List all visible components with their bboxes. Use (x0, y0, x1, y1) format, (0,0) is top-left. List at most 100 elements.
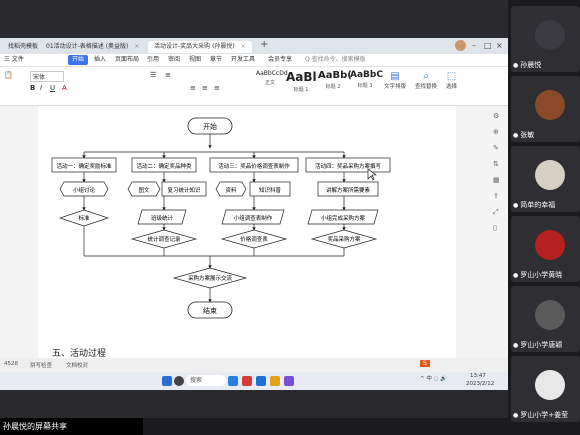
style-heading-3[interactable]: AaBbC 标题 3 (350, 70, 383, 96)
exchange-label: 采购方案展示交流 (188, 274, 233, 282)
ribbon-toolbar: 宋体 📋 B I U A ☰ ≡ ≡ ≡ ≡ AaBbCcDd 正文 AaBl 标题… (0, 67, 508, 106)
menu-file[interactable]: 三 文件 (4, 55, 24, 65)
tab-doc-2[interactable]: 活动设计-奖品大采购 (孙晨悦) × (148, 41, 252, 53)
start-icon[interactable] (162, 376, 172, 386)
align-left-icon[interactable]: ≡ (190, 84, 196, 92)
paste-icon[interactable]: 📋 (4, 71, 13, 79)
close-icon[interactable]: × (134, 43, 139, 50)
style-icon[interactable]: ✎ (493, 144, 499, 152)
maximize-icon[interactable]: □ (484, 41, 492, 50)
settings-icon[interactable]: ⚙ (493, 112, 499, 120)
new-tab-button[interactable]: + (260, 39, 268, 50)
share-icon[interactable]: ⇪ (493, 192, 499, 200)
search-icon[interactable] (174, 376, 184, 386)
app-icon-video[interactable] (228, 376, 238, 386)
select-button[interactable]: ⬚ 选择 (446, 71, 457, 90)
menu-bar: 三 文件 开始 插入 页面布局 引用 审阅 视图 章节 开发工具 会员专享 Q … (0, 54, 508, 67)
text-layout-icon: ▤ (390, 71, 400, 82)
menu-home[interactable]: 开始 (68, 55, 89, 65)
style-heading-1[interactable]: AaBl 标题 1 (286, 70, 317, 96)
app-icon-extra[interactable] (284, 376, 294, 386)
mic-icon: ● (513, 132, 519, 139)
menu-review[interactable]: 审阅 (168, 55, 180, 65)
menu-view[interactable]: 视图 (189, 55, 201, 65)
result-survey-record: 统计调查记录 (147, 235, 181, 243)
participant-tile[interactable]: ● 罗山小学唐颖 (511, 286, 580, 352)
scroll-icon[interactable]: ▯ (493, 224, 497, 232)
participant-tile[interactable]: ● 罗山小学+姜莹 (511, 356, 580, 422)
windows-taskbar: 搜索 ^ 中 ◌ 🔊 13:47 2023/2/12 (0, 372, 508, 390)
menu-chapter[interactable]: 章节 (210, 55, 222, 65)
method-explain-elements: 讲解方案所需要素 (326, 186, 371, 194)
find-replace-button[interactable]: ⌕ 查找替换 (415, 71, 437, 90)
method-materials: 资料 (225, 186, 237, 194)
close-icon[interactable]: × (241, 43, 246, 50)
select-icon: ⬚ (446, 71, 457, 82)
menu-insert[interactable]: 插入 (94, 55, 106, 65)
document-canvas[interactable]: 开始 活动一：确定奖励标准 活动二：确定奖品种类 活动三：奖品价格调查表制作 活… (0, 106, 486, 358)
menu-layout[interactable]: 页面布局 (115, 55, 139, 65)
pin-icon[interactable]: ⊕ (493, 128, 499, 136)
activity-1: 活动一：确定奖励标准 (56, 162, 112, 170)
taskbar-search[interactable]: 搜索 (186, 375, 226, 386)
expand-icon[interactable]: ⤢ (493, 208, 499, 217)
menu-member[interactable]: 会员专享 (268, 55, 292, 65)
method-science: 知识科普 (259, 186, 282, 194)
table-icon[interactable]: ▦ (493, 176, 500, 184)
participant-avatar (535, 300, 565, 330)
underline-button[interactable]: U (50, 84, 55, 92)
mic-icon: ● (513, 272, 519, 279)
close-window-icon[interactable]: × (496, 41, 503, 50)
participant-tile[interactable]: ● 简单的幸福 (511, 146, 580, 212)
doc-proof[interactable]: 文档校对 (66, 361, 88, 369)
wps-icon[interactable] (242, 376, 252, 386)
clock-date: 2023/2/12 (466, 381, 495, 387)
bullet-list-icon[interactable]: ☰ (150, 71, 156, 79)
menu-reference[interactable]: 引用 (147, 55, 159, 65)
sliders-icon[interactable]: ⇅ (493, 160, 499, 168)
bold-button[interactable]: B (30, 84, 35, 92)
avatar[interactable] (455, 40, 466, 51)
output-class-stats: 班级统计 (151, 214, 174, 222)
output-shapes: 标准 班级统计 小组调查表制作 小组完成采购方案 (58, 209, 379, 227)
participant-tile[interactable]: ● 孙晨悦 (511, 6, 580, 72)
command-search[interactable]: Q 查找命令、搜索模板 (305, 55, 366, 65)
text-layout-button[interactable]: ▤ 文字排版 (384, 71, 406, 90)
style-normal[interactable]: AaBbCcDd 正文 (256, 70, 288, 96)
spell-check[interactable]: 拼写检查 (30, 361, 52, 369)
output-standard: 标准 (78, 214, 90, 222)
method-shapes: 小组讨论 图文 复习统计知识 资料 知识科普 讲解方案所需要素 (59, 181, 379, 197)
screen-share-label: 孙晨悦的屏幕共享 (0, 418, 143, 435)
minimize-icon[interactable]: – (472, 41, 476, 50)
app-icon-meeting[interactable] (256, 376, 266, 386)
participant-avatar (535, 90, 565, 120)
participant-avatar (535, 370, 565, 400)
ime-icon[interactable]: S (420, 360, 430, 367)
style-heading-2[interactable]: AaBb(标题 2 (318, 70, 352, 96)
output-purchase-plan: 小组完成采购方案 (321, 214, 366, 222)
participant-tile[interactable]: ● 罗山小学黄晓 (511, 216, 580, 282)
participant-avatar (535, 230, 565, 260)
font-name-select[interactable]: 宋体 (30, 71, 64, 82)
align-right-icon[interactable]: ≡ (214, 84, 220, 92)
system-tray-icons[interactable]: ^ 中 ◌ 🔊 (420, 374, 447, 382)
find-icon: ⌕ (423, 71, 429, 82)
clock-time: 13:47 (470, 373, 486, 379)
document-page[interactable]: 开始 活动一：确定奖励标准 活动二：确定奖品种类 活动三：奖品价格调查表制作 活… (38, 106, 456, 358)
tab-templates[interactable]: 找稻壳模板 (2, 41, 44, 53)
menu-devtools[interactable]: 开发工具 (231, 55, 255, 65)
font-color-button[interactable]: A (62, 84, 67, 92)
tab-doc-1[interactable]: 01活动设计-表格描述 (奥益版) × (40, 41, 145, 53)
activity-4: 活动四：奖品采购方案撰写 (315, 162, 382, 170)
numbered-list-icon[interactable]: ≡ (165, 71, 171, 79)
italic-button[interactable]: I (40, 84, 42, 92)
result-prize-plan: 奖品采购方案 (327, 235, 361, 243)
align-center-icon[interactable]: ≡ (202, 84, 208, 92)
next-section-heading: 五、活动过程 (52, 347, 106, 358)
method-graphics: 图文 (138, 186, 150, 194)
result-shapes: 统计调查记录 价格调查表 奖品采购方案 (130, 229, 378, 249)
participant-tile[interactable]: ● 张敏 (511, 76, 580, 142)
status-bar: 4528 拼写检查 文档校对 S (0, 358, 508, 372)
folder-icon[interactable] (270, 376, 280, 386)
activity-boxes: 活动一：确定奖励标准 活动二：确定奖品种类 活动三：奖品价格调查表制作 活动四：… (51, 157, 391, 173)
